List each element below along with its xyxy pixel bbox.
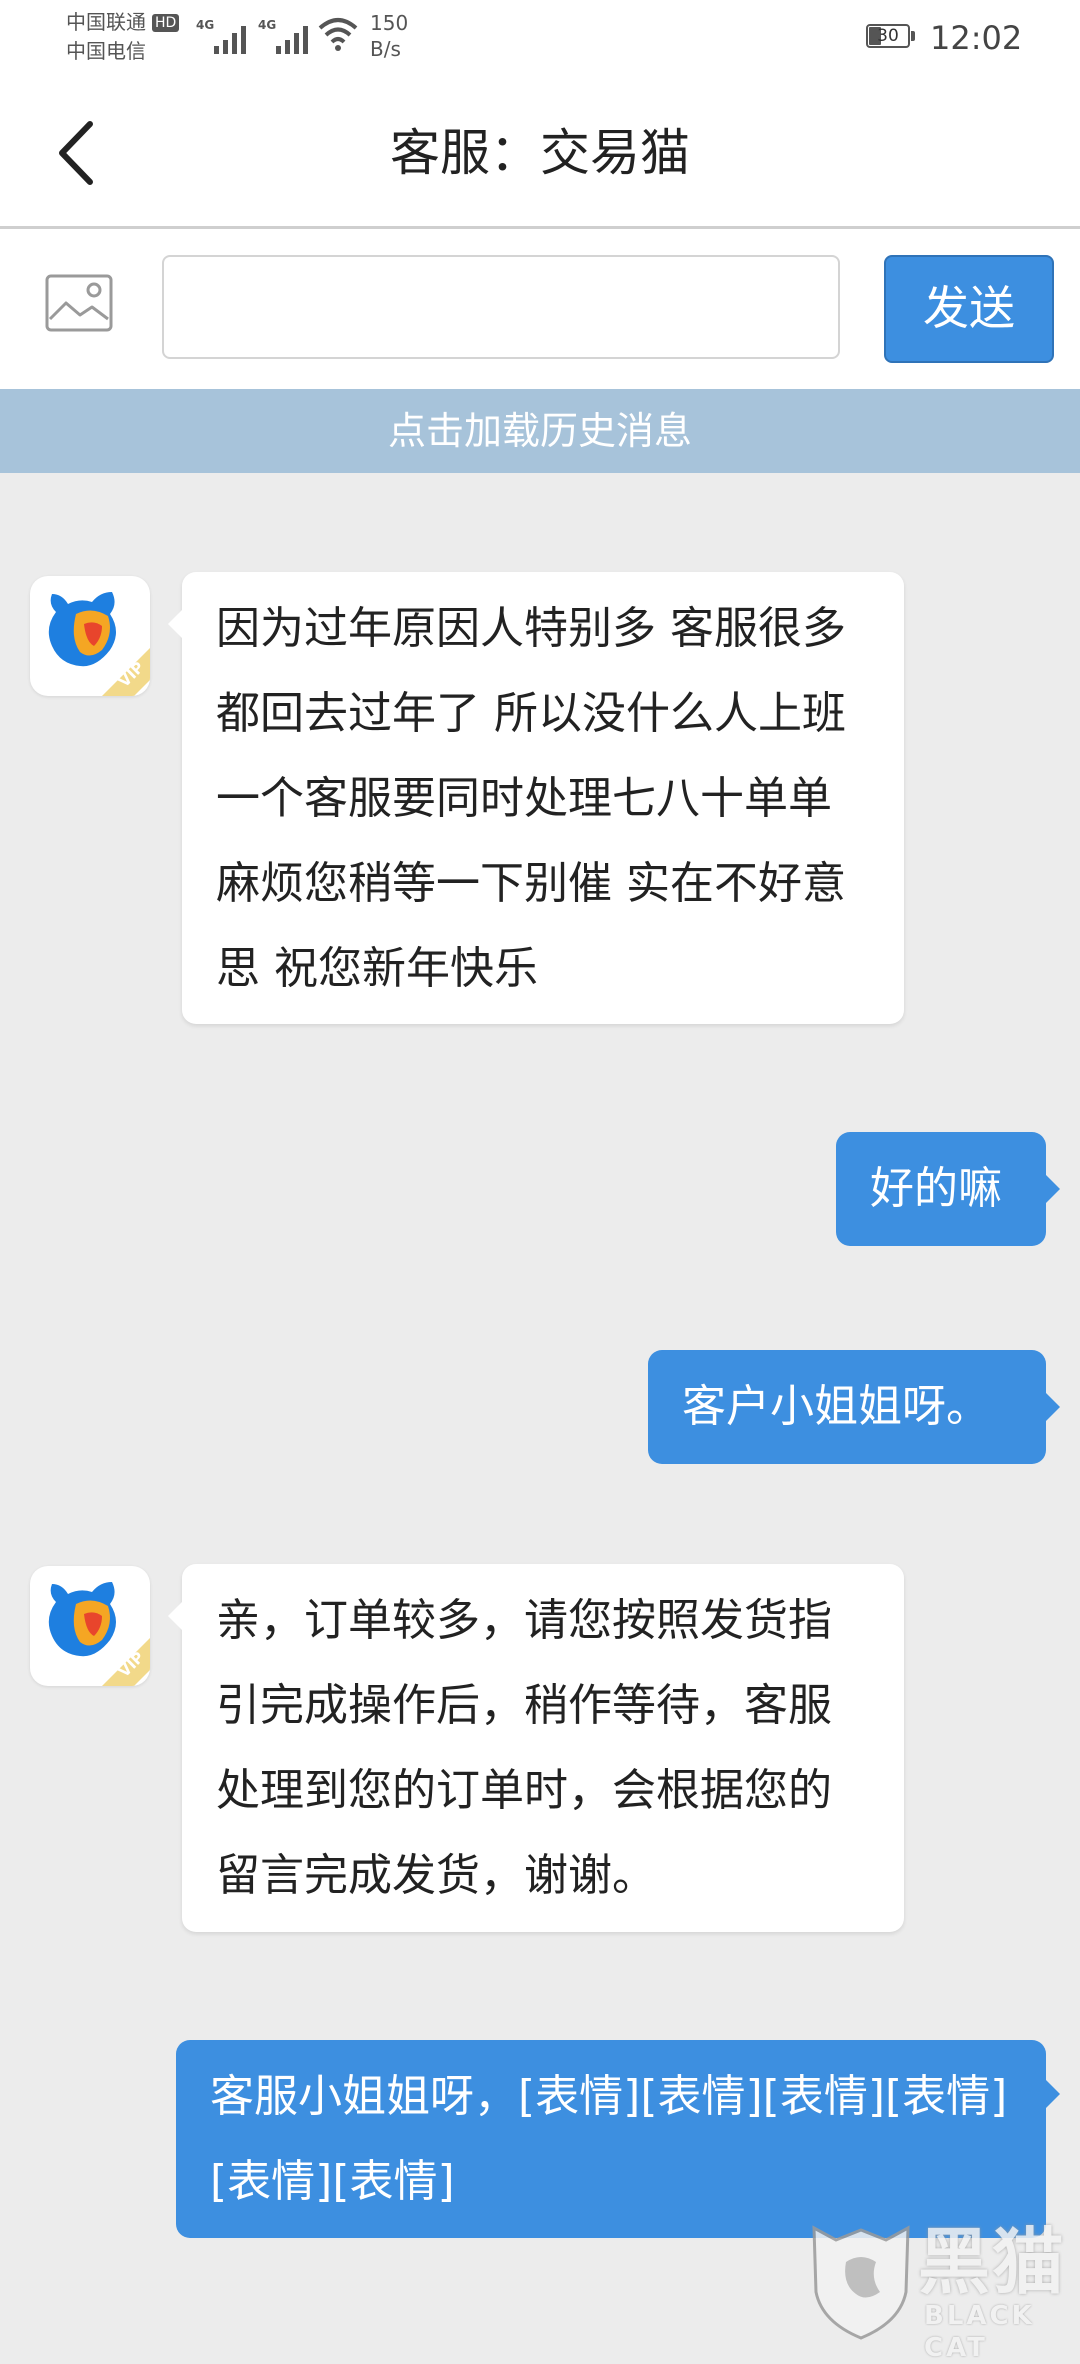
battery-icon: 30 — [866, 24, 916, 50]
message-text: 因为过年原因人特别多 客服很多都回去过年了 所以没什么人上班 一个客服要同时处理… — [216, 603, 846, 994]
network-speed: 150 B/s — [370, 11, 409, 61]
message-text: 亲，订单较多，请您按照发货指引完成操作后，稍作等待，客服处理到您的订单时，会根据… — [216, 1595, 832, 1901]
battery-level: 30 — [877, 26, 899, 46]
wifi-icon — [318, 18, 358, 51]
carrier-info: 中国联通 HD 中国电信 — [66, 8, 180, 66]
message-bubble-incoming[interactable]: 亲，订单较多，请您按照发货指引完成操作后，稍作等待，客服处理到您的订单时，会根据… — [168, 1564, 904, 1932]
hd-badge: HD — [152, 14, 180, 32]
load-history-button[interactable]: 点击加载历史消息 — [0, 389, 1080, 473]
message-bubble-outgoing[interactable]: 客户小姐姐呀。 — [648, 1350, 1060, 1464]
status-time: 12:02 — [930, 19, 1023, 57]
title-bar: 客服：交易猫 — [0, 78, 1080, 229]
watermark-text-cn: 黑猫 — [918, 2220, 1067, 2304]
carrier-1: 中国联通 — [66, 10, 146, 34]
send-button[interactable]: 发送 — [884, 255, 1054, 363]
message-bubble-incoming[interactable]: 因为过年原因人特别多 客服很多都回去过年了 所以没什么人上班 一个客服要同时处理… — [168, 572, 904, 1024]
page-title: 客服：交易猫 — [390, 124, 690, 182]
composer-bar: 发送 — [0, 229, 1080, 389]
message-input[interactable] — [162, 255, 840, 359]
message-bubble-outgoing[interactable]: 客服小姐姐呀，[表情][表情][表情][表情][表情][表情] — [176, 2040, 1060, 2238]
black-cat-watermark: 黑猫 BLACK CAT — [806, 2220, 1080, 2363]
avatar[interactable]: VIP — [30, 576, 150, 696]
message-text: 客服小姐姐呀，[表情][表情][表情][表情][表情][表情] — [210, 2071, 1008, 2207]
status-bar: 中国联通 HD 中国电信 4G 4G 150 B/s 30 12:02 — [0, 0, 1080, 78]
image-icon[interactable] — [44, 273, 114, 333]
avatar[interactable]: VIP — [30, 1566, 150, 1686]
message-bubble-outgoing[interactable]: 好的嘛 — [836, 1132, 1060, 1246]
message-text: 客户小姐姐呀。 — [682, 1381, 990, 1432]
watermark-text-en: BLACK CAT — [924, 2301, 1035, 2363]
message-text: 好的嘛 — [870, 1163, 1002, 1214]
cat-shield-icon — [812, 2225, 910, 2340]
carrier-2: 中国电信 — [66, 39, 146, 63]
